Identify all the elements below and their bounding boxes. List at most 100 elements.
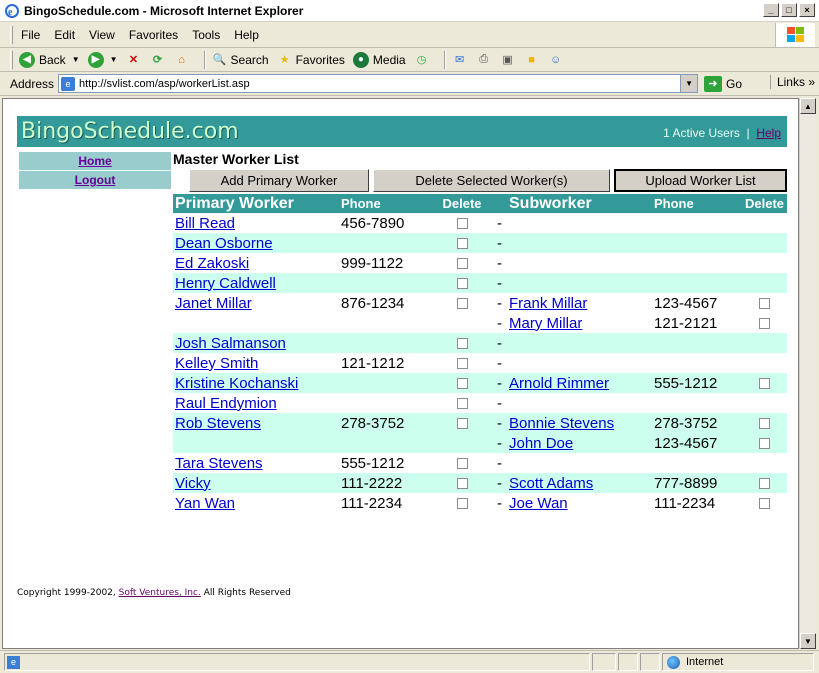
primary-delete-checkbox[interactable] xyxy=(456,258,468,270)
primary-delete-cell xyxy=(429,473,495,493)
address-url[interactable]: http://svlist.com/asp/workerList.asp xyxy=(79,78,250,90)
primary-worker-link[interactable]: Kelley Smith xyxy=(175,355,258,372)
subworker-delete-checkbox[interactable] xyxy=(759,318,770,330)
minimize-button[interactable]: _ xyxy=(763,3,779,17)
menu-help[interactable]: Help xyxy=(234,28,259,42)
primary-delete-checkbox[interactable] xyxy=(456,418,468,430)
menu-file[interactable]: File xyxy=(21,28,40,42)
subworker-link[interactable]: Scott Adams xyxy=(509,475,593,492)
forward-button[interactable]: ▶ ▼ xyxy=(87,51,118,68)
primary-worker-link[interactable]: Raul Endymion xyxy=(175,395,277,412)
subworker-link[interactable]: Mary Millar xyxy=(509,315,582,332)
logout-link[interactable]: Logout xyxy=(75,173,116,187)
mail-icon[interactable]: ✉ xyxy=(452,52,468,68)
back-dropdown-icon[interactable]: ▼ xyxy=(72,55,80,64)
toolbar-grip[interactable] xyxy=(10,50,13,69)
subworker-delete-checkbox[interactable] xyxy=(759,298,770,310)
subworker-link[interactable]: Arnold Rimmer xyxy=(509,375,609,392)
subworker-cell xyxy=(507,333,652,353)
primary-worker-link[interactable]: Vicky xyxy=(175,475,211,492)
primary-delete-checkbox[interactable] xyxy=(456,478,468,490)
primary-worker-link[interactable]: Tara Stevens xyxy=(175,455,263,472)
primary-worker-link[interactable]: Janet Millar xyxy=(175,295,252,312)
links-button[interactable]: Links » xyxy=(769,75,815,89)
subworker-delete-checkbox[interactable] xyxy=(759,498,770,510)
primary-delete-checkbox[interactable] xyxy=(456,458,468,470)
subworker-phone: 111-2234 xyxy=(654,494,716,512)
subworker-link[interactable]: Joe Wan xyxy=(509,495,568,512)
primary-worker-link[interactable]: Dean Osborne xyxy=(175,235,273,252)
scroll-down-icon[interactable]: ▼ xyxy=(800,633,816,649)
search-label: Search xyxy=(230,52,269,67)
menu-favorites[interactable]: Favorites xyxy=(129,28,178,42)
table-row: Kelley Smith 121-1212 - xyxy=(173,353,787,373)
subworker-delete-checkbox[interactable] xyxy=(759,378,770,390)
primary-worker-link[interactable]: Kristine Kochanski xyxy=(175,375,298,392)
refresh-icon[interactable]: ⟳ xyxy=(150,52,166,68)
home-icon[interactable]: ⌂ xyxy=(174,52,190,68)
primary-delete-checkbox[interactable] xyxy=(456,238,468,250)
table-row: Henry Caldwell - xyxy=(173,273,787,293)
menu-edit[interactable]: Edit xyxy=(54,28,75,42)
primary-delete-checkbox[interactable] xyxy=(456,278,468,290)
primary-delete-checkbox[interactable] xyxy=(456,218,468,230)
menu-tools[interactable]: Tools xyxy=(192,28,220,42)
add-primary-worker-button[interactable]: Add Primary Worker xyxy=(189,169,369,192)
menu-view[interactable]: View xyxy=(89,28,115,42)
forward-dropdown-icon[interactable]: ▼ xyxy=(110,55,118,64)
company-link[interactable]: Soft Ventures, Inc. xyxy=(119,588,201,598)
subworker-delete-checkbox[interactable] xyxy=(759,418,770,430)
upload-worker-list-button[interactable]: Upload Worker List xyxy=(614,169,787,192)
site-logo[interactable]: BingoSchedule.com xyxy=(21,119,239,144)
subworker-delete-checkbox[interactable] xyxy=(759,478,770,490)
primary-delete-cell xyxy=(429,293,495,313)
search-button[interactable]: 🔍 Search xyxy=(212,52,269,68)
subworker-phone: 278-3752 xyxy=(652,413,742,433)
windows-logo-icon xyxy=(775,23,815,47)
address-dropdown-icon[interactable]: ▼ xyxy=(680,75,698,92)
edit-icon[interactable]: ▣ xyxy=(500,52,516,68)
back-button[interactable]: ◀ Back ▼ xyxy=(19,51,80,68)
primary-worker-link[interactable]: Bill Read xyxy=(175,215,235,232)
help-link[interactable]: Help xyxy=(756,126,781,140)
table-row: Dean Osborne - xyxy=(173,233,787,253)
subworker-delete-checkbox[interactable] xyxy=(759,438,770,450)
history-icon[interactable]: ◷ xyxy=(414,52,430,68)
stop-icon[interactable]: ✕ xyxy=(126,52,142,68)
primary-delete-checkbox[interactable] xyxy=(456,398,468,410)
primary-delete-checkbox[interactable] xyxy=(456,338,468,350)
maximize-button[interactable]: □ xyxy=(781,3,797,17)
col-subworker: Subworker xyxy=(507,194,652,213)
col-delete: Delete xyxy=(429,194,495,213)
primary-worker-link[interactable]: Ed Zakoski xyxy=(175,255,249,272)
primary-delete-checkbox[interactable] xyxy=(456,298,468,310)
delete-selected-workers-button[interactable]: Delete Selected Worker(s) xyxy=(373,169,610,192)
primary-delete-checkbox[interactable] xyxy=(456,358,468,370)
home-link[interactable]: Home xyxy=(78,154,111,168)
primary-delete-checkbox[interactable] xyxy=(456,498,468,510)
favorites-button[interactable]: ★ Favorites xyxy=(277,52,345,68)
subworker-phone: 121-2121 xyxy=(654,314,718,332)
vertical-scrollbar[interactable]: ▲ ▼ xyxy=(799,98,816,649)
primary-worker-link[interactable]: Henry Caldwell xyxy=(175,275,276,292)
primary-phone: 876-1234 xyxy=(341,294,405,312)
primary-worker-link[interactable]: Yan Wan xyxy=(175,495,235,512)
subworker-link[interactable]: John Doe xyxy=(509,435,573,452)
primary-worker-link[interactable]: Josh Salmanson xyxy=(175,335,286,352)
subworker-link[interactable]: Bonnie Stevens xyxy=(509,415,614,432)
media-button[interactable]: ● Media xyxy=(352,51,406,68)
go-button[interactable]: ➜ Go xyxy=(704,75,742,92)
toolbar-grip[interactable] xyxy=(10,25,13,44)
address-input[interactable]: e http://svlist.com/asp/workerList.asp ▼ xyxy=(58,74,699,93)
subworker-cell xyxy=(507,233,652,253)
close-button[interactable]: × xyxy=(799,3,815,17)
messenger-icon[interactable]: ☺ xyxy=(548,52,564,68)
scroll-up-icon[interactable]: ▲ xyxy=(800,98,816,114)
discuss-icon[interactable]: ■ xyxy=(524,52,540,68)
primary-worker-link[interactable]: Rob Stevens xyxy=(175,415,261,432)
subworker-phone xyxy=(652,253,742,273)
subworker-link[interactable]: Frank Millar xyxy=(509,295,587,312)
print-icon[interactable]: ⎙ xyxy=(476,52,492,68)
primary-delete-checkbox[interactable] xyxy=(456,378,468,390)
subworker-delete-cell xyxy=(742,253,787,273)
